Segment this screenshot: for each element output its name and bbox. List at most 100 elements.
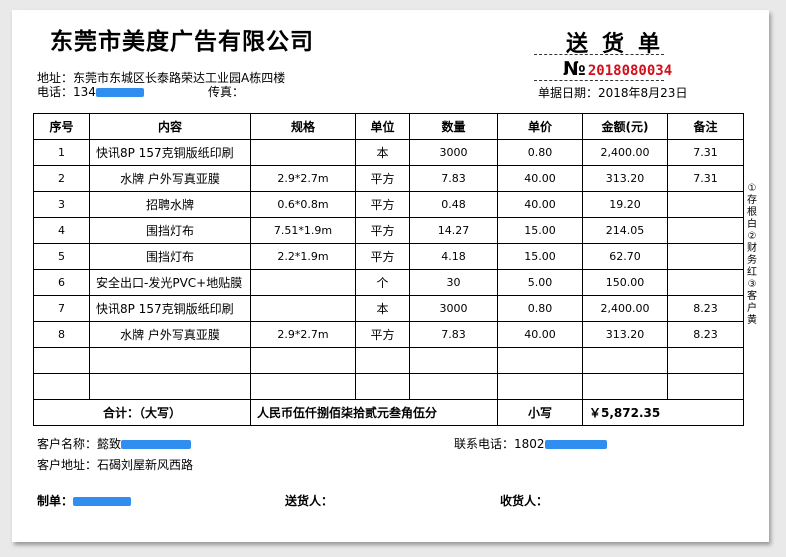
redaction-block [73, 497, 132, 506]
number-sign: № [563, 58, 586, 80]
row-remark: 8.23 [667, 321, 744, 348]
company-phone: 电话：134 [37, 83, 144, 100]
row-unit-price: 0.80 [497, 295, 583, 322]
row-index: 3 [33, 191, 90, 218]
empty-row [33, 347, 744, 374]
row-content: 招聘水牌 [89, 191, 251, 218]
empty-cell [250, 347, 356, 374]
row-content: 快讯8P 157克铜版纸印刷 [89, 139, 251, 166]
table-row: 7 快讯8P 157克铜版纸印刷 本 3000 0.80 2,400.00 8.… [33, 295, 744, 322]
row-quantity: 7.83 [409, 321, 498, 348]
table-row: 5 围挡灯布 2.2*1.9m 平方 4.18 15.00 62.70 [33, 243, 744, 270]
row-index: 7 [33, 295, 90, 322]
order-number-divider [534, 80, 664, 81]
total-in-words: 人民币伍仟捌佰柒拾贰元叁角伍分 [250, 399, 498, 426]
row-amount: 313.20 [582, 165, 668, 192]
table-row: 8 水牌 户外写真亚膜 2.9*2.7m 平方 7.83 40.00 313.2… [33, 321, 744, 348]
deliverer-signature: 送货人： [285, 494, 334, 508]
row-content: 快讯8P 157克铜版纸印刷 [89, 295, 251, 322]
empty-row [33, 373, 744, 400]
row-amount: 19.20 [582, 191, 668, 218]
empty-cell [409, 347, 498, 374]
row-spec [250, 139, 356, 166]
row-unit-price: 15.00 [497, 243, 583, 270]
small-amount-label: 小写 [497, 399, 583, 426]
row-unit-price: 40.00 [497, 165, 583, 192]
empty-cell [355, 373, 410, 400]
empty-cell [89, 347, 251, 374]
table-row: 6 安全出口-发光PVC+地贴膜 个 30 5.00 150.00 [33, 269, 744, 296]
empty-cell [582, 373, 668, 400]
row-spec: 2.2*1.9m [250, 243, 356, 270]
row-content: 围挡灯布 [89, 217, 251, 244]
total-label: 合计：（大写） [33, 399, 251, 426]
table-row: 1 快讯8P 157克铜版纸印刷 本 3000 0.80 2,400.00 7.… [33, 139, 744, 166]
row-quantity: 30 [409, 269, 498, 296]
receiver-signature: 收货人： [500, 494, 549, 508]
row-amount: 150.00 [582, 269, 668, 296]
row-unit-price: 15.00 [497, 217, 583, 244]
empty-cell [33, 373, 90, 400]
header-unit-price: 单价 [497, 113, 583, 140]
row-remark [667, 269, 744, 296]
empty-cell [667, 373, 744, 400]
row-amount: 2,400.00 [582, 295, 668, 322]
company-name: 东莞市美度广告有限公司 [50, 29, 314, 55]
row-spec [250, 295, 356, 322]
empty-cell [497, 373, 583, 400]
header-remark: 备注 [667, 113, 744, 140]
contact-phone: 联系电话：1802 [454, 435, 607, 452]
row-unit-price: 40.00 [497, 191, 583, 218]
maker-label: 制单： [37, 494, 74, 508]
row-remark: 7.31 [667, 139, 744, 166]
customer-name-label: 客户名称：懿致 [37, 437, 122, 451]
header-quantity: 数量 [409, 113, 498, 140]
header-content: 内容 [89, 113, 251, 140]
row-unit-price: 0.80 [497, 139, 583, 166]
header-index: 序号 [33, 113, 90, 140]
row-spec: 2.9*2.7m [250, 165, 356, 192]
table-row: 2 水牌 户外写真亚膜 2.9*2.7m 平方 7.83 40.00 313.2… [33, 165, 744, 192]
empty-cell [409, 373, 498, 400]
row-amount: 313.20 [582, 321, 668, 348]
row-spec [250, 269, 356, 296]
row-quantity: 14.27 [409, 217, 498, 244]
row-spec: 0.6*0.8m [250, 191, 356, 218]
order-number: № 2018080034 [563, 58, 672, 80]
empty-cell [250, 373, 356, 400]
row-spec: 2.9*2.7m [250, 321, 356, 348]
empty-cell [89, 373, 251, 400]
row-quantity: 7.83 [409, 165, 498, 192]
row-quantity: 0.48 [409, 191, 498, 218]
document-date: 单据日期：2018年8月23日 [538, 86, 688, 100]
company-fax: 传真： [208, 85, 245, 99]
row-remark [667, 217, 744, 244]
row-index: 2 [33, 165, 90, 192]
row-spec: 7.51*1.9m [250, 217, 356, 244]
empty-cell [667, 347, 744, 374]
row-quantity: 4.18 [409, 243, 498, 270]
row-content: 水牌 户外写真亚膜 [89, 321, 251, 348]
total-row: 合计：（大写） 人民币伍仟捌佰柒拾贰元叁角伍分 小写 ￥5,872.35 [33, 399, 744, 426]
row-content: 水牌 户外写真亚膜 [89, 165, 251, 192]
customer-name: 客户名称：懿致 [37, 435, 192, 452]
row-remark: 8.23 [667, 295, 744, 322]
row-index: 4 [33, 217, 90, 244]
row-content: 围挡灯布 [89, 243, 251, 270]
row-unit: 平方 [355, 217, 410, 244]
row-unit: 平方 [355, 191, 410, 218]
row-content: 安全出口-发光PVC+地贴膜 [89, 269, 251, 296]
header-spec: 规格 [250, 113, 356, 140]
row-unit-price: 5.00 [497, 269, 583, 296]
copy-distribution-note: ①存根白②财务红③客户黄 [747, 183, 757, 326]
redaction-block [544, 440, 607, 449]
redaction-block [121, 440, 192, 449]
order-number-value: 2018080034 [587, 63, 673, 79]
row-amount: 214.05 [582, 217, 668, 244]
row-index: 6 [33, 269, 90, 296]
row-unit: 本 [355, 139, 410, 166]
row-remark [667, 243, 744, 270]
row-quantity: 3000 [409, 295, 498, 322]
row-unit: 本 [355, 295, 410, 322]
maker-signature: 制单： [37, 492, 132, 509]
